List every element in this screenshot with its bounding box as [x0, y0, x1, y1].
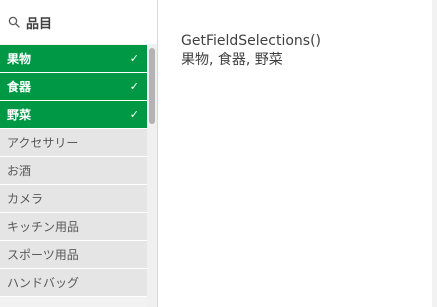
listbox-header: 品目: [0, 0, 157, 44]
panel-edge: [432, 0, 437, 307]
list-item-label: 食器: [7, 80, 32, 94]
expression-text: GetFieldSelections(): [181, 33, 321, 49]
list-item-selected[interactable]: 食器 ✓: [0, 73, 147, 101]
listbox-scrollbar[interactable]: [147, 45, 157, 307]
list-item-label: カメラ: [7, 192, 44, 206]
list-item[interactable]: アクセサリー: [0, 129, 147, 157]
list-item[interactable]: ハンドバッグ: [0, 269, 147, 297]
list-item-selected[interactable]: 野菜 ✓: [0, 101, 147, 129]
list-item-label: お酒: [7, 164, 32, 178]
expression-block: GetFieldSelections() 果物, 食器, 野菜: [181, 32, 321, 70]
list-item-selected[interactable]: 果物 ✓: [0, 45, 147, 73]
listbox-title: 品目: [26, 16, 53, 32]
list-item-label: キッチン用品: [7, 220, 80, 234]
list-item[interactable]: スポーツ用品: [0, 241, 147, 269]
search-icon[interactable]: [8, 16, 20, 28]
list-item-label: アクセサリー: [7, 136, 79, 150]
check-icon: ✓: [129, 52, 139, 65]
text-object: GetFieldSelections() 果物, 食器, 野菜: [167, 0, 429, 307]
list-item-label: ハンドバッグ: [7, 276, 80, 290]
list-item[interactable]: カメラ: [0, 185, 147, 213]
listbox-items: 果物 ✓ 食器 ✓ 野菜 ✓ アクセサリー お酒 カメラ キッチン用品 スポーツ…: [0, 45, 147, 297]
filter-listbox: 品目 果物 ✓ 食器 ✓ 野菜 ✓ アクセサリー お酒 カメラ キッチン用品 ス…: [0, 0, 158, 307]
list-item[interactable]: お酒: [0, 157, 147, 185]
expression-result: 果物, 食器, 野菜: [181, 52, 283, 68]
list-item-label: 野菜: [7, 108, 32, 122]
list-item[interactable]: キッチン用品: [0, 213, 147, 241]
list-item-label: スポーツ用品: [7, 248, 79, 262]
list-item-label: 果物: [7, 52, 32, 66]
check-icon: ✓: [129, 80, 139, 93]
scrollbar-thumb[interactable]: [149, 48, 155, 124]
check-icon: ✓: [129, 108, 139, 121]
